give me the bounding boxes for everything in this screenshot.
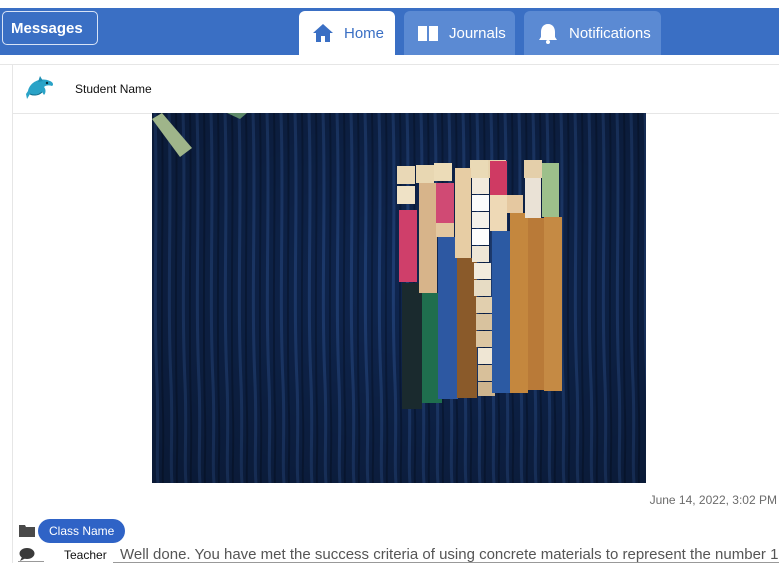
folder-icon [19,525,35,537]
comment-icon [19,548,35,561]
tab-notifications[interactable]: Notifications [524,11,661,55]
top-navigation: Messages Home Journals Notifications [0,0,779,55]
post-timestamp: June 14, 2022, 3:02 PM [649,493,777,507]
comment-text: Well done. You have met the success crit… [120,546,779,563]
cuisenaire-rods [397,160,562,409]
post-photo[interactable] [152,113,646,483]
tab-journals[interactable]: Journals [404,11,515,55]
messages-button[interactable]: Messages [2,11,98,45]
bell-icon [539,24,557,44]
dolphin-avatar-icon [26,76,54,99]
student-name: Student Name [75,82,152,96]
book-icon [418,26,438,41]
tab-notifications-label: Notifications [569,24,651,42]
comment-icon-underline [18,561,44,562]
tab-home-label: Home [344,24,385,42]
post-author-row: Student Name [13,65,779,114]
tab-home[interactable]: Home [299,11,395,55]
home-icon [313,24,333,42]
class-name-label: Class Name [49,524,115,538]
tab-journals-label: Journals [449,24,506,42]
messages-label: Messages [11,19,83,37]
card-left-border [12,64,13,563]
class-name-tag[interactable]: Class Name [38,519,126,543]
comment-author: Teacher [64,548,107,562]
